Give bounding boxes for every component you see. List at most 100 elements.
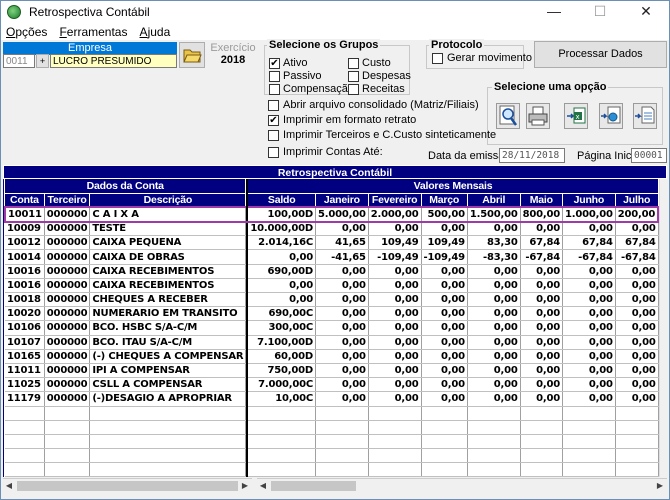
table-cell[interactable]: C A I X A <box>89 206 247 223</box>
table-cell[interactable]: 10,00C <box>247 391 317 407</box>
table-cell[interactable]: 300,00C <box>247 320 317 336</box>
table-cell[interactable]: 0,00 <box>467 292 521 308</box>
table-row[interactable]: 11179 000000 (-)DESAGIO A APROPRIAR 10,00C 0… <box>5 391 659 407</box>
table-cell[interactable] <box>615 406 659 421</box>
table-cell[interactable]: 7.000,00C <box>247 377 317 393</box>
column-header[interactable]: Conta <box>5 193 45 208</box>
table-cell[interactable] <box>5 462 45 478</box>
table-cell[interactable]: 800,00 <box>520 206 563 223</box>
table-cell[interactable] <box>562 406 616 421</box>
table-cell[interactable]: 0,00 <box>520 349 563 364</box>
table-cell[interactable]: 0,00 <box>315 391 369 407</box>
table-cell[interactable] <box>615 434 659 450</box>
table-cell[interactable] <box>421 420 468 435</box>
table-cell[interactable]: 0,00 <box>467 349 521 364</box>
column-header[interactable]: Maio <box>520 193 563 208</box>
column-header[interactable]: Julho <box>615 193 659 208</box>
maximize-button[interactable]: ☐ <box>577 1 623 23</box>
table-cell[interactable]: -109,49 <box>368 249 422 265</box>
table-cell[interactable]: -67,84 <box>562 249 616 265</box>
empresa-code-field[interactable]: 0011 <box>3 54 35 68</box>
table-cell[interactable]: 0,00 <box>247 249 317 265</box>
scroll-right-arrow[interactable]: ▶ <box>654 479 666 492</box>
table-cell[interactable]: 0,00 <box>562 377 616 393</box>
table-cell[interactable]: 0,00 <box>467 264 521 279</box>
table-cell[interactable]: 000000 <box>44 292 91 308</box>
table-row[interactable]: 10016 000000 CAIXA RECEBIMENTOS 690,00D 0,00… <box>5 264 659 279</box>
table-cell[interactable]: NUMERARIO EM TRANSITO <box>89 306 247 322</box>
table-cell[interactable]: 2.000,00 <box>368 206 422 223</box>
table-cell[interactable]: -67,84 <box>615 249 659 265</box>
table-cell[interactable]: 0,00 <box>467 320 521 336</box>
table-cell[interactable] <box>562 462 616 478</box>
column-header[interactable]: Abril <box>467 193 521 208</box>
table-cell[interactable] <box>467 462 521 478</box>
table-cell[interactable] <box>467 420 521 435</box>
preview-button[interactable] <box>496 103 520 129</box>
table-cell[interactable] <box>89 448 247 464</box>
table-cell[interactable]: 60,00D <box>247 349 317 364</box>
table-cell[interactable]: 0,00 <box>315 363 369 379</box>
table-row[interactable]: 10014 000000 CAIXA DE OBRAS 0,00 -41,65 -109,… <box>5 249 659 265</box>
table-cell[interactable] <box>89 434 247 450</box>
table-row[interactable] <box>5 434 659 450</box>
right-horizontal-scrollbar[interactable]: ◀ ▶ <box>257 478 667 492</box>
table-cell[interactable]: 2.014,16C <box>247 235 317 251</box>
table-cell[interactable]: CHEQUES A RECEBER <box>89 292 247 308</box>
table-cell[interactable]: 0,00 <box>562 391 616 407</box>
compensacao-checkbox[interactable] <box>269 84 280 95</box>
table-row[interactable]: 10107 000000 BCO. ITAU S/A-C/M 7.100,00D 0,0… <box>5 335 659 350</box>
table-cell[interactable] <box>467 406 521 421</box>
table-cell[interactable]: 10.000,00D <box>247 221 317 237</box>
table-cell[interactable]: 7.100,00D <box>247 335 317 350</box>
table-cell[interactable]: 67,84 <box>615 235 659 251</box>
table-cell[interactable] <box>421 462 468 478</box>
table-cell[interactable]: 41,65 <box>315 235 369 251</box>
table-cell[interactable] <box>467 448 521 464</box>
table-cell[interactable]: 000000 <box>44 349 91 364</box>
table-cell[interactable]: 11011 <box>5 363 45 379</box>
table-cell[interactable]: 0,00 <box>368 221 422 237</box>
table-cell[interactable] <box>5 420 45 435</box>
table-cell[interactable] <box>615 448 659 464</box>
table-cell[interactable] <box>562 434 616 450</box>
table-cell[interactable]: 0,00 <box>368 278 422 294</box>
table-cell[interactable]: 0,00 <box>467 278 521 294</box>
table-cell[interactable]: -109,49 <box>421 249 468 265</box>
table-cell[interactable]: 000000 <box>44 335 91 350</box>
table-cell[interactable]: 0,00 <box>615 278 659 294</box>
table-cell[interactable]: 0,00 <box>315 335 369 350</box>
menu-ajuda[interactable]: Ajuda <box>135 23 175 39</box>
ativo-checkbox[interactable]: ✔ <box>269 58 280 69</box>
table-cell[interactable] <box>5 434 45 450</box>
table-cell[interactable]: 10012 <box>5 235 45 251</box>
passivo-checkbox[interactable] <box>269 71 280 82</box>
table-cell[interactable] <box>520 462 563 478</box>
table-cell[interactable]: 0,00 <box>467 363 521 379</box>
table-cell[interactable] <box>368 434 422 450</box>
pagina-inicial-field[interactable]: 00001 <box>631 148 667 163</box>
table-cell[interactable]: 1.500,00 <box>467 206 521 223</box>
table-cell[interactable]: (-)DESAGIO A APROPRIAR <box>89 391 247 407</box>
table-cell[interactable]: 000000 <box>44 377 91 393</box>
vertical-scrollbar[interactable] <box>659 179 668 477</box>
column-header[interactable]: Terceiro <box>44 193 91 208</box>
table-cell[interactable]: 0,00 <box>315 349 369 364</box>
table-cell[interactable]: 0,00 <box>520 221 563 237</box>
table-cell[interactable]: 000000 <box>44 264 91 279</box>
table-cell[interactable]: 0,00 <box>520 320 563 336</box>
empresa-name-field[interactable]: LUCRO PRESUMIDO <box>50 54 177 68</box>
table-cell[interactable] <box>5 448 45 464</box>
table-cell[interactable] <box>315 462 369 478</box>
table-cell[interactable]: 000000 <box>44 206 91 223</box>
table-cell[interactable]: 0,00 <box>562 320 616 336</box>
receitas-checkbox[interactable] <box>348 84 359 95</box>
table-cell[interactable]: 0,00 <box>421 221 468 237</box>
table-cell[interactable]: 10020 <box>5 306 45 322</box>
table-cell[interactable]: 0,00 <box>421 391 468 407</box>
table-row[interactable] <box>5 448 659 464</box>
table-cell[interactable]: 0,00 <box>615 320 659 336</box>
table-cell[interactable] <box>315 448 369 464</box>
table-cell[interactable]: 0,00 <box>615 264 659 279</box>
table-cell[interactable]: 10107 <box>5 335 45 350</box>
